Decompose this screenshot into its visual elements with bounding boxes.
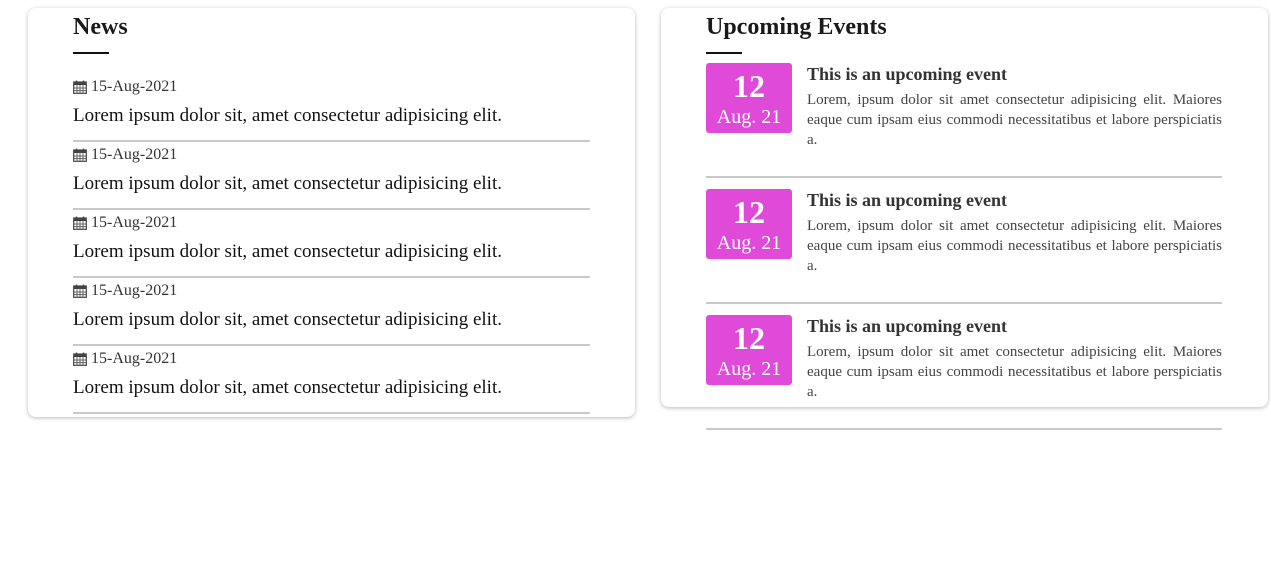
events-card: Upcoming Events 12 Aug. 21 This is an up…: [661, 8, 1268, 430]
news-heading-underline: [73, 52, 109, 54]
news-date: 15-Aug-2021: [73, 349, 177, 369]
event-day: 12: [733, 194, 765, 230]
event-day: 12: [733, 320, 765, 356]
calendar-icon: [73, 148, 87, 162]
calendar-icon: [73, 216, 87, 230]
news-item[interactable]: 15-Aug-2021 Lorem ipsum dolor sit, amet …: [73, 142, 590, 210]
event-date-badge: 12 Aug. 21: [706, 189, 792, 259]
news-date: 15-Aug-2021: [73, 77, 177, 97]
events-list: 12 Aug. 21 This is an upcoming event Lor…: [706, 63, 1222, 430]
event-date-badge: 12 Aug. 21: [706, 315, 792, 385]
news-item[interactable]: 15-Aug-2021 Lorem ipsum dolor sit, amet …: [73, 346, 590, 414]
event-month: Aug. 21: [716, 232, 782, 254]
news-date: 15-Aug-2021: [73, 145, 177, 165]
event-description: Lorem, ipsum dolor sit amet consectetur …: [807, 344, 1222, 400]
calendar-icon: [73, 352, 87, 366]
event-title[interactable]: This is an upcoming event: [807, 315, 1222, 337]
news-text[interactable]: Lorem ipsum dolor sit, amet consectetur …: [73, 172, 502, 196]
event-description: Lorem, ipsum dolor sit amet consectetur …: [807, 92, 1222, 148]
events-heading-underline: [706, 52, 742, 54]
news-date: 15-Aug-2021: [73, 213, 177, 233]
event-item[interactable]: 12 Aug. 21 This is an upcoming event Lor…: [706, 63, 1222, 178]
event-description: Lorem, ipsum dolor sit amet consectetur …: [807, 218, 1222, 274]
news-item[interactable]: 15-Aug-2021 Lorem ipsum dolor sit, amet …: [73, 74, 590, 142]
event-day: 12: [733, 68, 765, 104]
news-date-text: 15-Aug-2021: [91, 146, 178, 163]
news-date-text: 15-Aug-2021: [91, 350, 178, 367]
news-card: News 15-Aug-2021 Lorem ipsum dolor sit, …: [28, 8, 635, 417]
news-item[interactable]: 15-Aug-2021 Lorem ipsum dolor sit, amet …: [73, 210, 590, 278]
news-date-text: 15-Aug-2021: [91, 214, 178, 231]
event-date-badge: 12 Aug. 21: [706, 63, 792, 133]
news-date-text: 15-Aug-2021: [91, 282, 178, 299]
event-item[interactable]: 12 Aug. 21 This is an upcoming event Lor…: [706, 315, 1222, 430]
news-text[interactable]: Lorem ipsum dolor sit, amet consectetur …: [73, 308, 502, 332]
event-item[interactable]: 12 Aug. 21 This is an upcoming event Lor…: [706, 189, 1222, 304]
news-date-text: 15-Aug-2021: [91, 78, 178, 95]
event-body: This is an upcoming event Lorem, ipsum d…: [807, 189, 1222, 276]
news-item[interactable]: 15-Aug-2021 Lorem ipsum dolor sit, amet …: [73, 278, 590, 346]
news-text[interactable]: Lorem ipsum dolor sit, amet consectetur …: [73, 104, 502, 128]
news-text[interactable]: Lorem ipsum dolor sit, amet consectetur …: [73, 376, 502, 400]
event-title[interactable]: This is an upcoming event: [807, 63, 1222, 85]
news-heading: News: [73, 14, 128, 40]
news-list: 15-Aug-2021 Lorem ipsum dolor sit, amet …: [73, 74, 590, 414]
event-body: This is an upcoming event Lorem, ipsum d…: [807, 63, 1222, 150]
calendar-icon: [73, 80, 87, 94]
events-heading: Upcoming Events: [706, 14, 887, 40]
news-text[interactable]: Lorem ipsum dolor sit, amet consectetur …: [73, 240, 502, 264]
page: News 15-Aug-2021 Lorem ipsum dolor sit, …: [0, 0, 1271, 581]
calendar-icon: [73, 284, 87, 298]
event-month: Aug. 21: [716, 358, 782, 380]
event-title[interactable]: This is an upcoming event: [807, 189, 1222, 211]
event-body: This is an upcoming event Lorem, ipsum d…: [807, 315, 1222, 402]
news-date: 15-Aug-2021: [73, 281, 177, 301]
event-month: Aug. 21: [716, 106, 782, 128]
